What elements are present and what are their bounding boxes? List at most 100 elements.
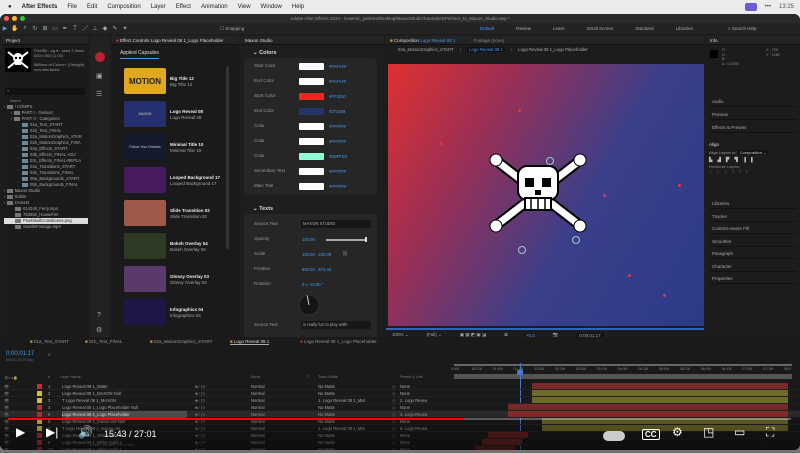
opacity-slider[interactable]: [326, 239, 366, 241]
pickwhip-icon[interactable]: ◎: [392, 390, 396, 397]
zoom-tool-icon[interactable]: ⌕: [20, 25, 30, 32]
timeline-tab[interactable]: ■ 01a_Text_START: [30, 339, 69, 344]
mode-dropdown[interactable]: Normal: [251, 397, 265, 404]
theater-mode-icon[interactable]: ▭: [734, 425, 745, 439]
zoom-button[interactable]: [20, 16, 25, 21]
col-layer-name[interactable]: Layer Name: [60, 375, 81, 379]
menu-effect[interactable]: Effect: [176, 4, 191, 10]
colors-heading[interactable]: ⌄ Colors: [253, 50, 277, 56]
timeline-tab[interactable]: ■ Logo Reveal 08 1_Logo Placeholder: [300, 339, 377, 344]
playhead-handle[interactable]: [517, 370, 523, 375]
fullscreen-icon[interactable]: ⛶: [766, 425, 774, 440]
label-color[interactable]: [37, 391, 42, 396]
info-panel-title[interactable]: Info: [706, 36, 800, 45]
texts-heading[interactable]: ⌄ Texts: [253, 206, 273, 212]
track-matte-dropdown[interactable]: 1. Logo Reveal 08 1_Mat: [318, 397, 393, 404]
mode-dropdown[interactable]: Normal: [251, 390, 265, 397]
layer-duration-bar[interactable]: [531, 397, 788, 403]
opacity-value[interactable]: 100.00: [302, 237, 315, 242]
help-icon[interactable]: ?: [97, 312, 101, 319]
pickwhip-icon[interactable]: ◎: [392, 397, 396, 404]
minimize-button[interactable]: [12, 16, 17, 21]
scale-value[interactable]: 100.00 , 100.00: [302, 252, 331, 257]
workspace-review[interactable]: Review: [516, 26, 531, 31]
close-window-button[interactable]: [4, 16, 9, 21]
more-icon[interactable]: •••: [765, 4, 771, 10]
color-swatch[interactable]: [299, 93, 324, 100]
video-progress-bar[interactable]: [8, 418, 791, 420]
link-icon[interactable]: ⛓: [342, 251, 348, 257]
capsules-icon[interactable]: ▣: [96, 72, 103, 80]
track-matte-dropdown[interactable]: No Matte: [318, 390, 393, 397]
visibility-eye-icon[interactable]: 👁: [4, 390, 9, 397]
layer-row[interactable]: 👁 3 T Logo Reveal 08 1_MAXON ♣ ⁄ ƒx Normal 1.…: [0, 397, 800, 404]
snapping-checkbox[interactable]: ☐ Snapping: [220, 26, 244, 32]
play-icon[interactable]: ▶: [16, 425, 25, 439]
captions-icon[interactable]: CC: [642, 429, 660, 440]
label-color[interactable]: [37, 384, 42, 389]
layer-row[interactable]: 👁 2 Logo Reveal 08 1_MAXON Null ♣ ⁄ ƒx Norma…: [0, 390, 800, 397]
color-hex-value[interactable]: #FFFFFF: [329, 139, 347, 144]
settings-gear-icon[interactable]: ⚙: [96, 326, 102, 334]
color-swatch[interactable]: [299, 123, 324, 130]
breadcrumb-item[interactable]: 02a_MotionGraphics_START: [398, 47, 454, 52]
switches-icon[interactable]: ♣ ⁄ ƒx: [195, 390, 205, 397]
workspace-learn[interactable]: Learn: [553, 26, 565, 31]
panel-preview[interactable]: Preview: [709, 109, 797, 120]
transform-handle[interactable]: [518, 246, 526, 254]
switches-icon[interactable]: ♣ ⁄ ƒx: [195, 383, 205, 390]
color-swatch[interactable]: [299, 78, 324, 85]
roto-tool-icon[interactable]: ✎: [110, 25, 120, 32]
panel-audio[interactable]: Audio: [709, 96, 797, 107]
timeline-tab[interactable]: ■ 02a_MotionGraphics_START: [150, 339, 212, 344]
project-panel-title[interactable]: Project: [2, 36, 88, 45]
opacity-slider-handle[interactable]: [365, 237, 367, 242]
layer-row[interactable]: 👁 1 Logo Reveal 08 1_Matte ♣ ⁄ ƒx Normal No M…: [0, 383, 800, 390]
adjust-icon[interactable]: ☰: [96, 90, 102, 98]
align-title[interactable]: Align: [709, 142, 797, 147]
align-buttons[interactable]: ▙▟▛▜▐▌: [709, 157, 797, 163]
workspace-standard[interactable]: Standard: [635, 26, 653, 31]
menu-edit[interactable]: Edit: [87, 4, 97, 10]
composition-tab[interactable]: ■ Composition Logo Reveal 08 1 Footage (n…: [386, 36, 704, 45]
menu-help[interactable]: Help: [292, 4, 304, 10]
pickwhip-icon[interactable]: ◎: [392, 383, 396, 390]
menu-composition[interactable]: Composition: [107, 4, 140, 10]
effect-controls-title[interactable]: ■ Effect Controls Logo Reveal 08 1_Logo …: [112, 36, 239, 45]
color-swatch[interactable]: [299, 183, 324, 190]
selection-tool-icon[interactable]: ▶: [0, 25, 10, 32]
capsule-item[interactable]: Looped Background 17 Looped Background 17: [124, 167, 224, 193]
col-parent[interactable]: Parent & Link: [400, 375, 423, 379]
rotate-tool-icon[interactable]: ↻: [30, 25, 40, 32]
pen-tool-icon[interactable]: ✒: [60, 25, 70, 32]
project-search[interactable]: ⌕: [5, 88, 85, 95]
rotation-value[interactable]: 0 x -10.60 °: [302, 282, 323, 287]
pixel-skull-crossbones[interactable]: [488, 152, 588, 234]
maxon-logo-icon[interactable]: [95, 52, 105, 62]
capsule-item[interactable]: Bokeh Overlay 04 Bokeh Overlay 04: [124, 233, 224, 259]
col-mode[interactable]: Mode: [251, 375, 261, 379]
menu-window[interactable]: Window: [261, 4, 282, 10]
work-area-bar[interactable]: [454, 364, 792, 366]
color-swatch[interactable]: [299, 63, 324, 70]
mode-dropdown[interactable]: Normal: [251, 383, 265, 390]
capsule-item[interactable]: MOTION Big Title 12 Big Title 12: [124, 68, 224, 94]
color-swatch[interactable]: [299, 138, 324, 145]
track-matte-dropdown[interactable]: No Matte: [318, 383, 393, 390]
rectangle-tool-icon[interactable]: ▭: [50, 25, 60, 32]
panel-paragraph[interactable]: Paragraph: [709, 248, 797, 259]
panel-character[interactable]: Character: [709, 261, 797, 272]
next-video-icon[interactable]: ▶|: [46, 425, 58, 439]
color-swatch[interactable]: [299, 108, 324, 115]
color-hex-value[interactable]: #FFFFFF: [329, 169, 347, 174]
maxon-studio-title[interactable]: Maxon Studio: [241, 36, 384, 45]
miniplayer-icon[interactable]: ◳: [703, 425, 714, 439]
screen-record-icon[interactable]: [744, 3, 757, 11]
panel-content-aware-fill[interactable]: Content-Aware Fill: [709, 223, 797, 234]
menu-file[interactable]: File: [67, 4, 77, 10]
switches-icon[interactable]: ♣ ⁄ ƒx: [195, 397, 205, 404]
timeline-tab[interactable]: ■ 01b_Text_FINAL: [85, 339, 123, 344]
menu-animation[interactable]: Animation: [201, 4, 228, 10]
tab-applied-capsules[interactable]: Applied Capsules: [120, 50, 159, 59]
capsule-item[interactable]: Follow Your Dreams Minimal Title 10 Minima…: [124, 134, 224, 160]
